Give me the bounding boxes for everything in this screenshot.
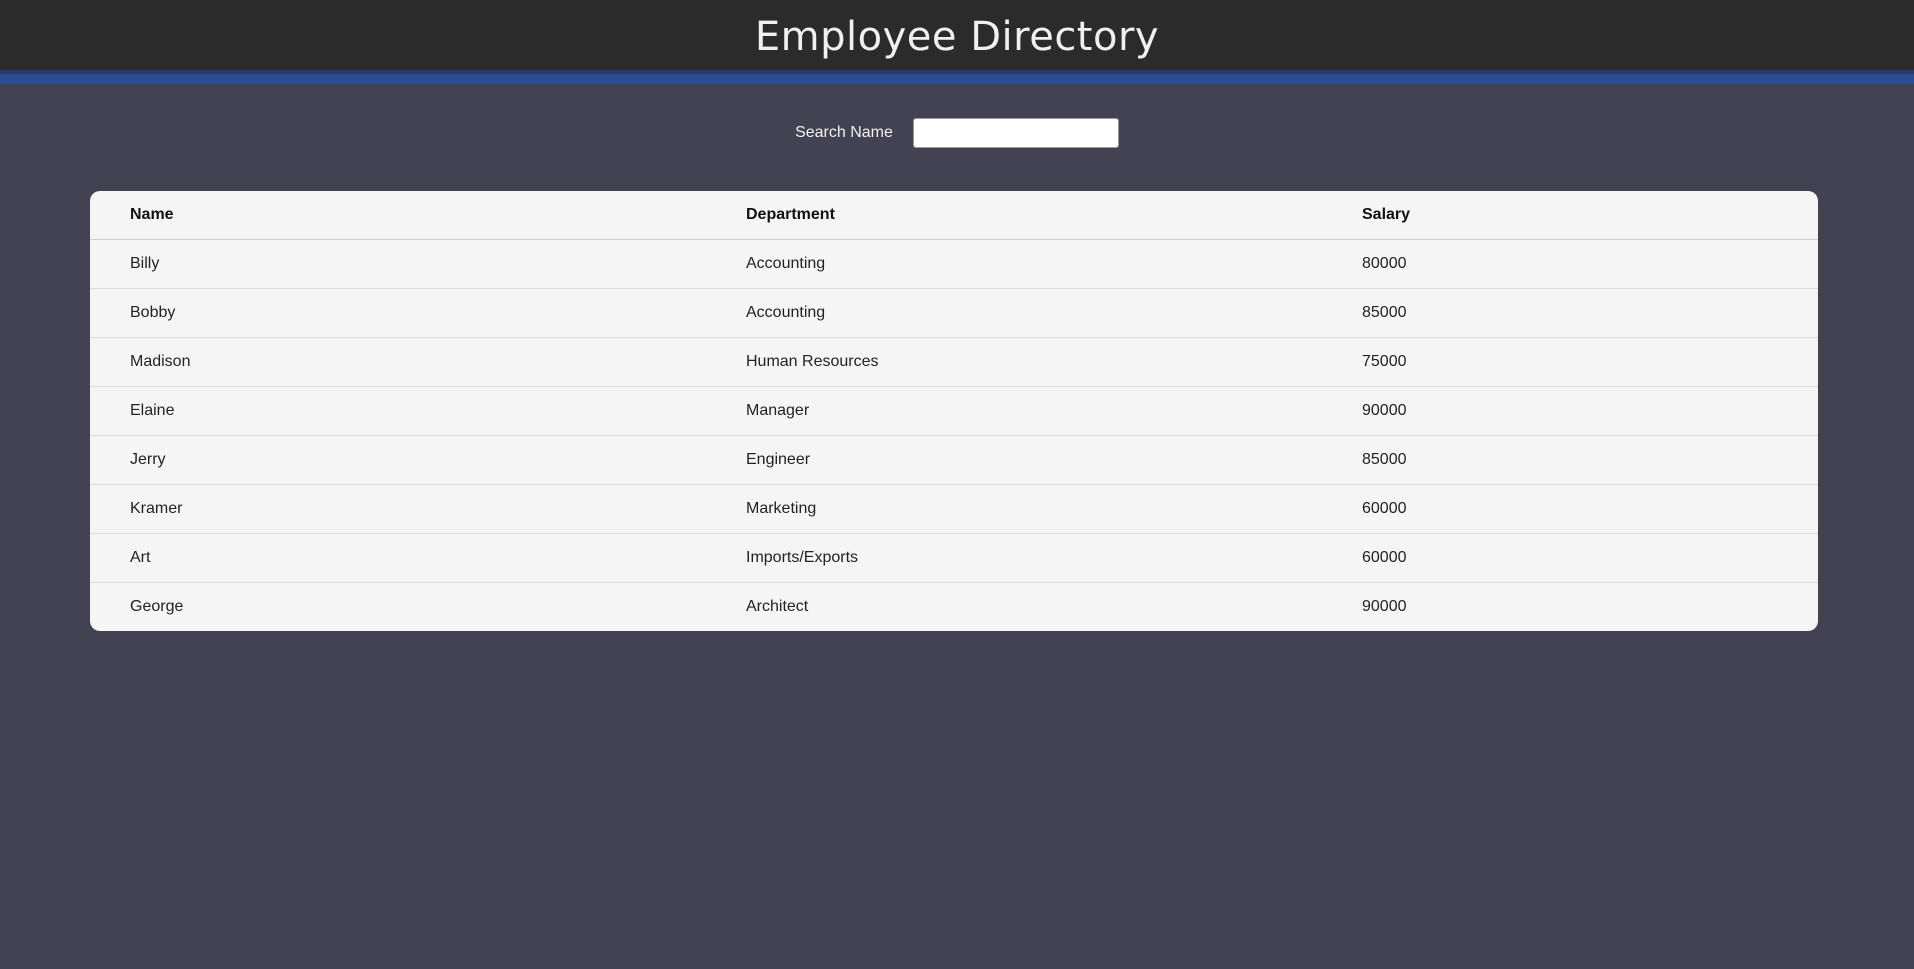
cell-salary: 85000 <box>1322 288 1818 338</box>
employee-table-card: Name Department Salary Billy Accounting … <box>90 191 1818 631</box>
employee-table: Name Department Salary Billy Accounting … <box>90 191 1818 631</box>
cell-department: Marketing <box>706 484 1322 534</box>
cell-name: Billy <box>90 239 706 289</box>
cell-department: Imports/Exports <box>706 533 1322 583</box>
search-input[interactable] <box>912 118 1119 148</box>
cell-name: Madison <box>90 337 706 387</box>
cell-name: Bobby <box>90 288 706 338</box>
table-row[interactable]: Jerry Engineer 85000 <box>90 435 1818 485</box>
column-header-name[interactable]: Name <box>90 191 706 240</box>
table-header: Name Department Salary <box>90 191 1818 240</box>
cell-salary: 90000 <box>1322 386 1818 436</box>
table-row[interactable]: Art Imports/Exports 60000 <box>90 533 1818 583</box>
cell-name: Jerry <box>90 435 706 485</box>
table-row[interactable]: Kramer Marketing 60000 <box>90 484 1818 534</box>
cell-salary: 60000 <box>1322 533 1818 583</box>
table-row[interactable]: Billy Accounting 80000 <box>90 239 1818 289</box>
cell-department: Engineer <box>706 435 1322 485</box>
cell-department: Manager <box>706 386 1322 436</box>
cell-salary: 60000 <box>1322 484 1818 534</box>
cell-department: Accounting <box>706 288 1322 338</box>
column-header-department[interactable]: Department <box>706 191 1322 240</box>
cell-name: Elaine <box>90 386 706 436</box>
app-header: Employee Directory <box>0 0 1914 84</box>
cell-salary: 80000 <box>1322 239 1818 289</box>
cell-salary: 75000 <box>1322 337 1818 387</box>
cell-department: Architect <box>746 598 809 615</box>
cell-name: Kramer <box>90 484 706 534</box>
cell-department: Human Resources <box>706 337 1322 387</box>
search-bar: Search Name <box>0 84 1914 182</box>
table-row[interactable]: Madison Human Resources 75000 <box>90 337 1818 387</box>
search-label: Search Name <box>795 124 893 141</box>
table-row[interactable]: Bobby Accounting 85000 <box>90 288 1818 338</box>
table-row[interactable]: Elaine Manager 90000 <box>90 386 1818 436</box>
cell-department: Accounting <box>706 239 1322 289</box>
table-header-row: Name Department Salary <box>90 191 1818 240</box>
cell-name: Art <box>90 533 706 583</box>
page-title: Employee Directory <box>754 14 1160 60</box>
column-header-salary[interactable]: Salary <box>1322 191 1818 240</box>
cell-name: George <box>130 598 184 615</box>
table-body: Billy Accounting 80000 Bobby Accounting … <box>90 239 1818 632</box>
cell-salary: 90000 <box>1362 598 1407 615</box>
cell-salary: 85000 <box>1322 435 1818 485</box>
table-row[interactable]: George Architect 90000 <box>90 583 1818 632</box>
